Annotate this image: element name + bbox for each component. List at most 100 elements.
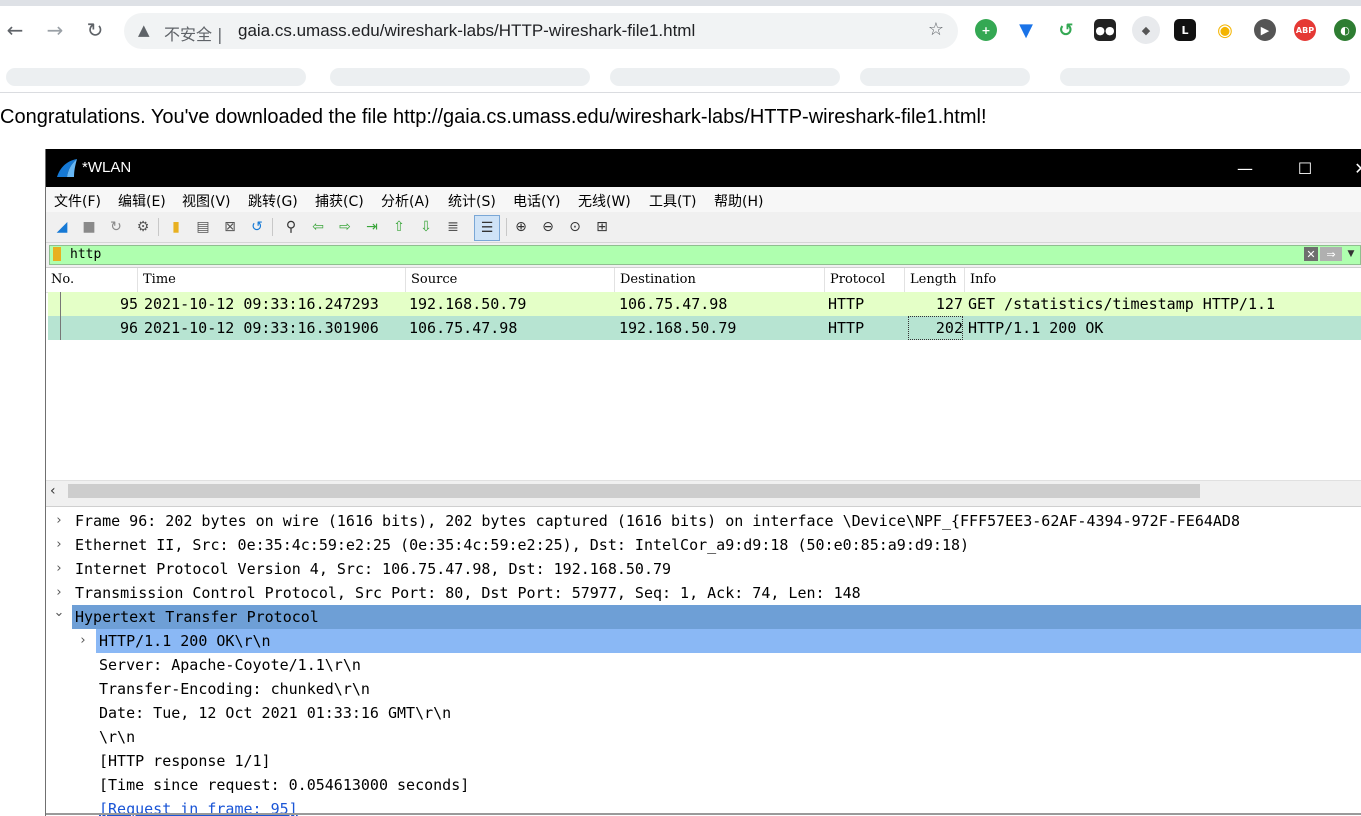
- zoom-normal-icon[interactable]: ⊙: [565, 217, 585, 237]
- column-destination[interactable]: Destination: [615, 268, 825, 292]
- menu-statistics[interactable]: 统计(S): [448, 191, 496, 211]
- minimize-icon[interactable]: —: [1230, 157, 1260, 179]
- expand-right-icon[interactable]: ›: [52, 557, 66, 581]
- add-extension-icon[interactable]: +: [975, 19, 997, 41]
- lightbulb-icon[interactable]: ◉: [1214, 19, 1236, 41]
- detail-text: [HTTP response 1/1]: [99, 752, 271, 770]
- packet-row[interactable]: 96 2021-10-12 09:33:16.301906 106.75.47.98…: [48, 316, 1361, 340]
- go-back-icon[interactable]: ⇦: [308, 217, 328, 237]
- stop-capture-icon[interactable]: ■: [79, 217, 99, 237]
- expand-right-icon[interactable]: ›: [76, 629, 90, 653]
- menu-edit[interactable]: 编辑(E): [118, 191, 166, 211]
- column-no[interactable]: No.: [46, 268, 138, 292]
- packet-details[interactable]: › Frame 96: 202 bytes on wire (1616 bits)…: [46, 506, 1361, 816]
- start-capture-icon[interactable]: ◢: [52, 217, 72, 237]
- detail-text: \r\n: [99, 728, 136, 746]
- address-bar[interactable]: ▲ 不安全 | gaia.cs.umass.edu/wireshark-labs…: [124, 13, 958, 49]
- detail-row[interactable]: [Time since request: 0.054613000 seconds…: [46, 773, 1361, 797]
- packet-cell-source: 192.168.50.79: [409, 295, 527, 313]
- first-packet-icon[interactable]: ⇧: [389, 217, 409, 237]
- warning-icon[interactable]: ▲: [138, 21, 150, 39]
- media-icon[interactable]: ▶: [1254, 19, 1276, 41]
- save-file-icon[interactable]: ▤: [193, 217, 213, 237]
- column-time[interactable]: Time: [138, 268, 406, 292]
- auto-scroll-icon[interactable]: ≣: [443, 217, 463, 237]
- packet-list[interactable]: No. Time Source Destination Protocol Len…: [46, 267, 1361, 501]
- wireshark-titlebar: *WLAN — ☐ ✕: [46, 149, 1361, 187]
- menu-capture[interactable]: 捕获(C): [315, 191, 364, 211]
- clear-filter-icon[interactable]: ✕: [1304, 247, 1318, 261]
- detail-row[interactable]: › Frame 96: 202 bytes on wire (1616 bits)…: [46, 509, 1361, 533]
- colorize-icon[interactable]: ☰: [474, 215, 500, 241]
- detail-row[interactable]: ⌄ Hypertext Transfer Protocol: [46, 605, 1361, 629]
- bookmark-star-icon[interactable]: ☆: [928, 19, 944, 40]
- detail-row[interactable]: › HTTP/1.1 200 OK\r\n: [46, 629, 1361, 653]
- vpn-extension-icon[interactable]: ▼: [1015, 19, 1037, 41]
- close-file-icon[interactable]: ⊠: [220, 217, 240, 237]
- detail-row[interactable]: \r\n: [46, 725, 1361, 749]
- detail-row[interactable]: Date: Tue, 12 Oct 2021 01:33:16 GMT\r\n: [46, 701, 1361, 725]
- expand-right-icon[interactable]: ›: [52, 509, 66, 533]
- resize-columns-icon[interactable]: ⊞: [592, 217, 612, 237]
- bookmark-item[interactable]: [610, 68, 840, 86]
- detail-row[interactable]: [HTTP response 1/1]: [46, 749, 1361, 773]
- column-protocol[interactable]: Protocol: [825, 268, 905, 292]
- zoom-in-icon[interactable]: ⊕: [511, 217, 531, 237]
- globe-extension-icon[interactable]: ◐: [1334, 19, 1356, 41]
- menu-go[interactable]: 跳转(G): [248, 191, 298, 211]
- display-filter-bar[interactable]: http ✕ ⇒ ▼: [49, 245, 1361, 265]
- detail-row[interactable]: Server: Apache-Coyote/1.1\r\n: [46, 653, 1361, 677]
- pane-divider[interactable]: [46, 813, 1361, 815]
- forward-icon[interactable]: →: [42, 17, 68, 43]
- filter-input[interactable]: http: [70, 247, 101, 262]
- bookmark-item[interactable]: [6, 68, 306, 86]
- column-info[interactable]: Info: [965, 268, 1361, 292]
- restart-capture-icon[interactable]: ↻: [106, 217, 126, 237]
- bookmark-item[interactable]: [330, 68, 590, 86]
- zoom-out-icon[interactable]: ⊖: [538, 217, 558, 237]
- menu-tools[interactable]: 工具(T): [649, 191, 696, 211]
- menu-wireless[interactable]: 无线(W): [578, 191, 631, 211]
- scrollbar-thumb[interactable]: [68, 484, 1200, 498]
- reload-icon[interactable]: ↻: [82, 17, 108, 43]
- bookmark-item[interactable]: [860, 68, 1030, 86]
- capture-options-icon[interactable]: ⚙: [133, 217, 153, 237]
- apply-filter-icon[interactable]: ⇒: [1320, 247, 1342, 261]
- url-text[interactable]: gaia.cs.umass.edu/wireshark-labs/HTTP-wi…: [238, 21, 695, 41]
- scroll-left-icon[interactable]: ‹: [50, 481, 64, 501]
- detail-row[interactable]: Transfer-Encoding: chunked\r\n: [46, 677, 1361, 701]
- adblock-icon[interactable]: ABP: [1294, 19, 1316, 41]
- expand-down-icon[interactable]: ⌄: [52, 601, 66, 625]
- detail-text: Hypertext Transfer Protocol: [75, 608, 319, 626]
- menu-telephony[interactable]: 电话(Y): [513, 191, 560, 211]
- refresh-extension-icon[interactable]: ↺: [1055, 19, 1077, 41]
- maximize-icon[interactable]: ☐: [1290, 157, 1320, 179]
- tampermonkey-icon[interactable]: ●●: [1094, 19, 1116, 41]
- filter-bookmark-icon[interactable]: [53, 247, 61, 261]
- reload-file-icon[interactable]: ↺: [247, 217, 267, 237]
- menu-file[interactable]: 文件(F): [54, 191, 101, 211]
- find-packet-icon[interactable]: ⚲: [281, 217, 301, 237]
- bookmark-item[interactable]: [1060, 68, 1350, 86]
- filter-dropdown-icon[interactable]: ▼: [1344, 247, 1358, 261]
- detail-row[interactable]: › Internet Protocol Version 4, Src: 106.7…: [46, 557, 1361, 581]
- menu-help[interactable]: 帮助(H): [714, 191, 763, 211]
- packet-row[interactable]: 95 2021-10-12 09:33:16.247293 192.168.50.7…: [48, 292, 1361, 316]
- menu-view[interactable]: 视图(V): [182, 191, 231, 211]
- go-forward-icon[interactable]: ⇨: [335, 217, 355, 237]
- detail-row[interactable]: › Transmission Control Protocol, Src Port…: [46, 581, 1361, 605]
- shield-extension-icon[interactable]: ◆: [1132, 16, 1160, 44]
- detail-row[interactable]: › Ethernet II, Src: 0e:35:4c:59:e2:25 (0e…: [46, 533, 1361, 557]
- menu-analyze[interactable]: 分析(A): [381, 191, 430, 211]
- insecure-label[interactable]: 不安全 |: [164, 21, 223, 45]
- column-source[interactable]: Source: [406, 268, 615, 292]
- back-icon[interactable]: ←: [2, 17, 28, 43]
- lastpass-icon[interactable]: L: [1174, 19, 1196, 41]
- open-file-icon[interactable]: ▮: [166, 217, 186, 237]
- expand-right-icon[interactable]: ›: [52, 533, 66, 557]
- close-icon[interactable]: ✕: [1346, 157, 1361, 179]
- column-length[interactable]: Length: [905, 268, 965, 292]
- last-packet-icon[interactable]: ⇩: [416, 217, 436, 237]
- go-to-packet-icon[interactable]: ⇥: [362, 217, 382, 237]
- packet-list-scrollbar[interactable]: ‹: [46, 480, 1361, 501]
